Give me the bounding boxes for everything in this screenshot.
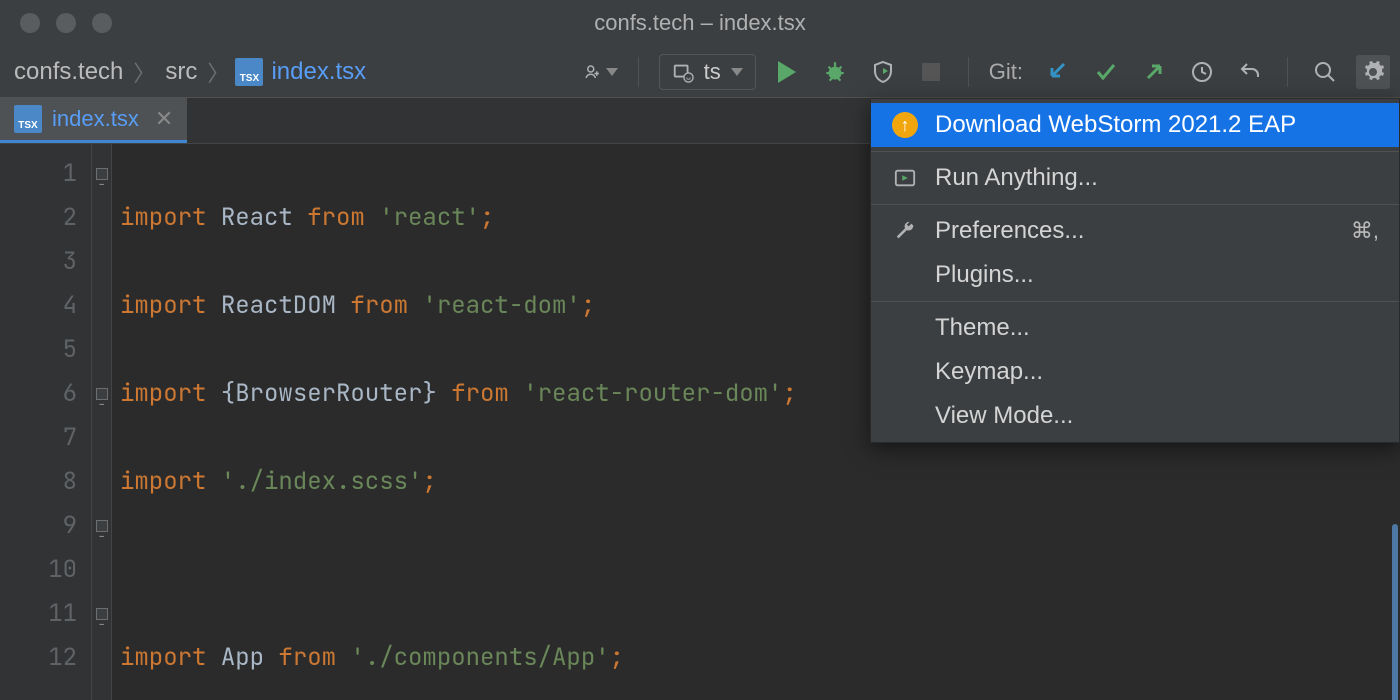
menu-item-label: Theme... <box>935 314 1030 342</box>
window-titlebar: confs.tech – index.tsx <box>0 0 1400 46</box>
fold-column <box>92 144 112 700</box>
breadcrumb-file-label: index.tsx <box>271 58 366 86</box>
menu-item-label: Plugins... <box>935 261 1034 289</box>
menu-item-label: Preferences... <box>935 217 1084 245</box>
chevron-right-icon: 〉 <box>207 56 229 88</box>
tsx-file-icon: TSX <box>235 58 263 86</box>
git-push-icon[interactable] <box>1137 55 1171 89</box>
menu-item-label: Run Anything... <box>935 164 1098 192</box>
menu-item-label: Download WebStorm 2021.2 EAP <box>935 111 1296 139</box>
main-toolbar: confs.tech 〉 src 〉 TSX index.tsx ts Git: <box>0 46 1400 98</box>
menu-item-plugins[interactable]: Plugins... <box>871 253 1399 297</box>
menu-shortcut: ⌘, <box>1351 218 1379 244</box>
zoom-window-dot[interactable] <box>92 13 112 33</box>
menu-item-theme[interactable]: Theme... <box>871 306 1399 350</box>
tsx-file-icon: TSX <box>14 105 42 133</box>
fold-toggle-icon[interactable] <box>96 520 108 532</box>
wrench-icon <box>891 217 919 245</box>
line-number: 11 <box>0 592 77 636</box>
git-label: Git: <box>989 59 1023 85</box>
line-number: 4 <box>0 284 77 328</box>
chevron-down-icon <box>731 68 743 76</box>
debug-button[interactable] <box>818 55 852 89</box>
line-gutter: 1 2 3 4 5 6 7 8 9 10 11 12 <box>0 144 92 700</box>
line-number: 7 <box>0 416 77 460</box>
line-number: 10 <box>0 548 77 592</box>
line-number: 8 <box>0 460 77 504</box>
menu-divider <box>871 204 1399 205</box>
stop-button[interactable] <box>914 55 948 89</box>
breadcrumb: confs.tech 〉 src 〉 TSX index.tsx <box>10 56 366 88</box>
menu-item-label: Keymap... <box>935 358 1043 386</box>
line-number: 1 <box>0 152 77 196</box>
menu-divider <box>871 301 1399 302</box>
menu-item-keymap[interactable]: Keymap... <box>871 350 1399 394</box>
menu-item-view-mode[interactable]: View Mode... <box>871 394 1399 438</box>
menu-item-run-anything[interactable]: Run Anything... <box>871 156 1399 200</box>
menu-item-download-eap[interactable]: ↑ Download WebStorm 2021.2 EAP <box>871 103 1399 147</box>
scrollbar-thumb[interactable] <box>1392 524 1398 700</box>
code-with-me-icon[interactable] <box>584 55 618 89</box>
line-number: 5 <box>0 328 77 372</box>
run-config-label: ts <box>704 59 721 85</box>
history-icon[interactable] <box>1185 55 1219 89</box>
traffic-lights <box>0 13 112 33</box>
git-pull-icon[interactable] <box>1041 55 1075 89</box>
tab-label: index.tsx <box>52 106 139 132</box>
menu-item-label: View Mode... <box>935 402 1073 430</box>
close-window-dot[interactable] <box>20 13 40 33</box>
settings-gear-icon[interactable] <box>1356 55 1390 89</box>
run-button[interactable] <box>770 55 804 89</box>
run-anything-icon <box>891 164 919 192</box>
search-icon[interactable] <box>1308 55 1342 89</box>
minimize-window-dot[interactable] <box>56 13 76 33</box>
menu-item-preferences[interactable]: Preferences... ⌘, <box>871 209 1399 253</box>
line-number: 2 <box>0 196 77 240</box>
line-number: 6 <box>0 372 77 416</box>
git-commit-icon[interactable] <box>1089 55 1123 89</box>
code-area[interactable]: import React from 'react'; import ReactD… <box>112 144 797 700</box>
settings-menu: ↑ Download WebStorm 2021.2 EAP Run Anyth… <box>870 98 1400 443</box>
fold-toggle-icon[interactable] <box>96 388 108 400</box>
breadcrumb-root[interactable]: confs.tech <box>10 56 127 88</box>
close-tab-icon[interactable]: ✕ <box>155 106 173 132</box>
breadcrumb-src[interactable]: src <box>161 56 201 88</box>
menu-divider <box>871 151 1399 152</box>
line-number: 9 <box>0 504 77 548</box>
undo-icon[interactable] <box>1233 55 1267 89</box>
download-arrow-icon: ↑ <box>892 112 918 138</box>
fold-toggle-icon[interactable] <box>96 608 108 620</box>
fold-toggle-icon[interactable] <box>96 168 108 180</box>
window-title: confs.tech – index.tsx <box>594 10 806 36</box>
line-number: 12 <box>0 636 77 680</box>
chevron-right-icon: 〉 <box>133 56 155 88</box>
line-number: 3 <box>0 240 77 284</box>
coverage-button[interactable] <box>866 55 900 89</box>
tab-index-tsx[interactable]: TSX index.tsx ✕ <box>0 98 187 143</box>
breadcrumb-file[interactable]: TSX index.tsx <box>235 58 366 86</box>
run-config-selector[interactable]: ts <box>659 54 756 90</box>
